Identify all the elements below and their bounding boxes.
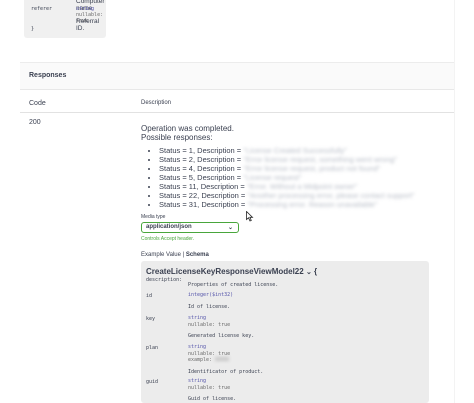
- model-name[interactable]: CreateLicenseKeyResponseViewModel22 ⌄ {: [146, 267, 317, 276]
- field-guid-details: string nullable: true Guid of license.: [188, 378, 236, 403]
- media-type-value: application/json: [146, 224, 192, 230]
- status-item: Status = 31, Description = "Processing e…: [159, 200, 414, 209]
- field-nullable: nullable: true: [188, 384, 231, 391]
- responses-header: Responses: [20, 62, 454, 90]
- field-description: Id of license.: [188, 303, 231, 310]
- field-description: Guid of license.: [188, 396, 237, 402]
- response-description-line2: Possible responses:: [141, 133, 213, 142]
- model-name-text: CreateLicenseKeyResponseViewModel22: [146, 267, 304, 276]
- field-plan-details: string nullable: true example: Identific…: [188, 344, 263, 375]
- field-key-key: key: [146, 316, 156, 322]
- field-description: Identificator of product.: [188, 368, 264, 375]
- previous-model-fragment: Computer name. referer string nullable: …: [24, 0, 106, 38]
- tab-schema[interactable]: Schema: [186, 252, 209, 258]
- chevron-down-icon[interactable]: ⌄: [306, 269, 312, 276]
- response-description-line1: Operation was completed.: [141, 124, 234, 133]
- status-list: Status = 1, Description = "License Creat…: [150, 146, 414, 209]
- closing-brace: }: [31, 26, 35, 32]
- status-item: Status = 22, Description = "Another proc…: [159, 191, 414, 200]
- media-type-label: Media type: [141, 214, 166, 220]
- field-description: Generated license key.: [188, 333, 255, 339]
- field-key-guid: guid: [146, 379, 159, 385]
- description-key: description:: [146, 277, 183, 283]
- column-header-code: Code: [29, 100, 46, 107]
- status-item: Status = 2, Description = "Error license…: [159, 155, 414, 164]
- controls-accept-note: Controls Accept header.: [141, 236, 195, 242]
- status-item: Status = 5, Description = "License reque…: [159, 173, 414, 182]
- media-type-select[interactable]: application/json ⌄: [141, 222, 239, 233]
- column-header-description: Description: [141, 100, 172, 106]
- status-item: Status = 4, Description = "Error license…: [159, 164, 414, 173]
- page-edge-divider: [454, 0, 455, 403]
- example-tabs: Example Value | Schema: [141, 252, 209, 258]
- status-item: Status = 1, Description = "License Creat…: [159, 146, 414, 155]
- schema-panel: CreateLicenseKeyResponseViewModel22 ⌄ { …: [141, 261, 429, 403]
- open-brace: {: [314, 267, 318, 276]
- field-key-plan: plan: [146, 345, 159, 351]
- tab-example-value[interactable]: Example Value: [141, 252, 181, 258]
- tab-separator: |: [182, 252, 185, 258]
- field-key-details: string nullable: true Generated license …: [188, 315, 254, 340]
- field-description: Referral ID.: [76, 18, 100, 32]
- chevron-down-icon: ⌄: [227, 225, 233, 231]
- description-value: Properties of created license.: [188, 282, 279, 288]
- header-divider: [20, 112, 454, 113]
- status-item: Status = 11, Description = "Error. Witho…: [159, 182, 414, 191]
- field-key-referer: referer: [31, 6, 53, 12]
- field-type: integer($int32): [188, 292, 234, 298]
- response-code: 200: [29, 119, 41, 126]
- field-id-details: integer($int32) Id of license.: [188, 292, 233, 310]
- field-key-id: id: [146, 293, 153, 299]
- responses-title: Responses: [29, 72, 67, 79]
